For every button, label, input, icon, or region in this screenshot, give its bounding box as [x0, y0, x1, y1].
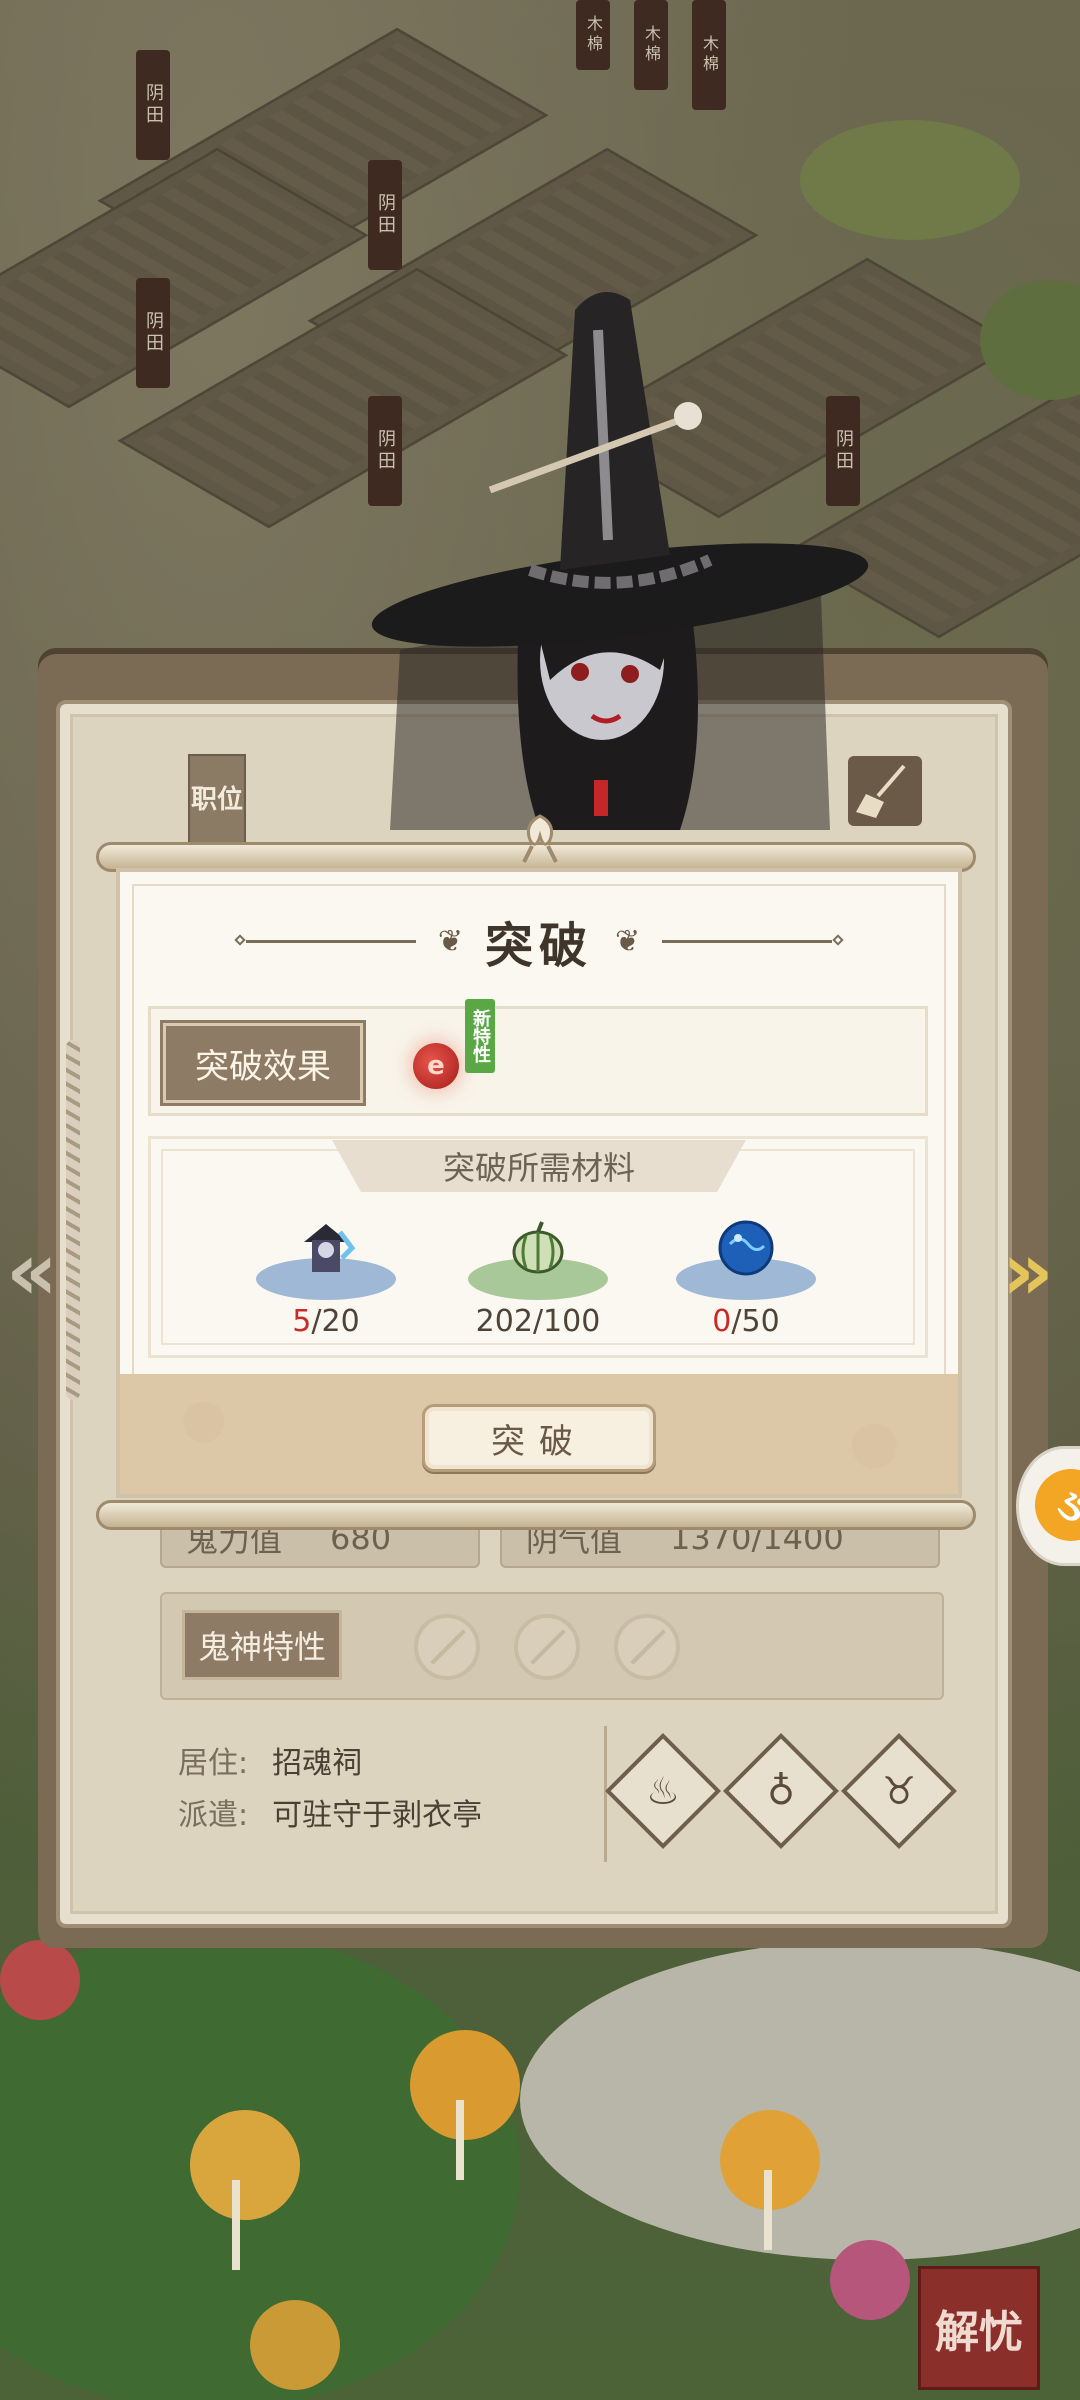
material-count: 5/20	[292, 1304, 360, 1339]
flame-icon: ♁	[767, 1769, 795, 1813]
field-sign: 阴田	[368, 396, 402, 506]
material-count: 202/100	[475, 1304, 601, 1339]
empty-trait-slot-icon[interactable]	[614, 1614, 680, 1680]
materials-header: 突破所需材料	[332, 1140, 746, 1192]
material-item[interactable]: 5/20	[246, 1212, 406, 1342]
dispatch-value: 可驻守于剥衣亭	[272, 1798, 483, 1833]
blue-orb-icon	[718, 1220, 774, 1276]
residence-line: 居住: 招魂祠	[178, 1738, 362, 1782]
ornament-icon: ❦	[615, 923, 641, 959]
tree	[190, 2110, 300, 2220]
tree-sign: 木棉	[634, 0, 668, 90]
field-sign: 阴田	[136, 278, 170, 388]
trunk	[764, 2170, 772, 2250]
title-divider-right	[662, 939, 833, 943]
effect-label: 突破效果	[163, 1023, 363, 1103]
empty-trait-slot-icon[interactable]	[414, 1614, 480, 1680]
new-trait-badge: 新特性	[465, 999, 495, 1073]
tree	[0, 1940, 80, 2020]
residence-value: 招魂祠	[272, 1746, 363, 1781]
material-item[interactable]: 0/50	[666, 1212, 826, 1342]
position-tag: 职位	[188, 754, 246, 846]
melon-icon	[512, 1221, 564, 1274]
dispatch-label: 派遣:	[178, 1798, 249, 1833]
pot-icon: ♉	[881, 1769, 917, 1813]
dialog-bottom-rod	[96, 1500, 976, 1530]
event-icon: ઙ	[1035, 1469, 1080, 1541]
vertical-divider	[604, 1726, 607, 1862]
breakthrough-effect-box: 突破效果 e 新特性	[148, 999, 928, 1116]
ornament-icon: ❦	[437, 923, 463, 959]
new-trait-icon[interactable]: e	[413, 1043, 459, 1089]
residence-label: 居住:	[178, 1746, 249, 1781]
incense-icon: ♨	[645, 1769, 681, 1813]
material-count: 0/50	[712, 1304, 780, 1339]
broom-icon[interactable]	[848, 756, 922, 826]
field-sign: 阴田	[136, 50, 170, 160]
previous-arrow-icon[interactable]: «	[6, 1232, 58, 1312]
ghost-portrait-icon	[304, 1224, 356, 1272]
dialog-title: 突破	[484, 918, 593, 974]
ghost-trait-row: 鬼神特性	[160, 1592, 944, 1700]
empty-trait-slot-icon[interactable]	[514, 1614, 580, 1680]
field-sign: 阴田	[826, 396, 860, 506]
tree	[410, 2030, 520, 2140]
tree-sign: 木棉	[692, 0, 726, 110]
tree	[830, 2240, 910, 2320]
trunk	[456, 2100, 464, 2180]
next-arrow-icon[interactable]: »	[1002, 1232, 1054, 1312]
book-rope	[66, 1040, 80, 1400]
dispatch-line: 派遣: 可驻守于剥衣亭	[178, 1790, 482, 1834]
trunk	[232, 2180, 240, 2270]
tree	[250, 2300, 340, 2390]
dialog-title-bar: ❦ 突破 ❦	[116, 906, 962, 976]
trait-label: 鬼神特性	[182, 1610, 342, 1680]
breakthrough-button[interactable]: 突破	[422, 1404, 656, 1472]
title-divider-left	[245, 939, 416, 943]
material-item[interactable]: 202/100	[458, 1212, 618, 1342]
tree-sign: 木棉	[576, 0, 610, 70]
knot-ornament-icon	[522, 814, 558, 863]
relieve-worries-seal[interactable]: 解忧	[918, 2266, 1040, 2390]
bush	[800, 120, 1020, 240]
field-sign: 阴田	[368, 160, 402, 270]
